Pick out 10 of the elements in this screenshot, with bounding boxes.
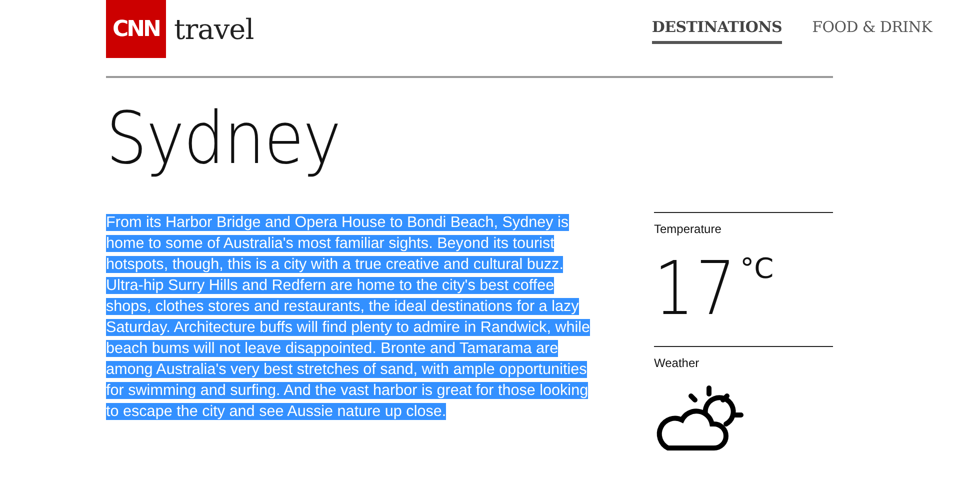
temperature-value: 17: [654, 252, 738, 326]
weather-label: Weather: [654, 356, 700, 370]
section-title: travel: [174, 12, 254, 46]
temperature-unit: °C: [740, 252, 774, 286]
nav-tab[interactable]: FOOD & DRINK: [812, 18, 932, 44]
nav-tab[interactable]: DESTINATIONS: [652, 18, 782, 44]
temperature-label: Temperature: [654, 222, 722, 236]
city-description: From its Harbor Bridge and Opera House to Bondi Beach, Sydney is home to some of Australia's most familiar sights. Beyond its tourist hotspots, though, this is a city with a true creative and cultural buzz. Ultra-hip Surry Hills and Redfern are home to the city's best coffee shops, clothes stores and restaurants, the ideal destinations for a lazy Saturday. Architecture buffs will find plenty to admire in Randwick, while beach bums will not leave disappointed. Bronte and Tamarama are among Australia's very best stretches of sand, with ample opportunities for swimming and surfing. And the vast harbor is great for those looking to escape the city and see Aussie nature up close.: [106, 213, 592, 422]
cnn-logo[interactable]: CNN: [106, 0, 166, 58]
city-title: Sydney: [106, 95, 340, 182]
